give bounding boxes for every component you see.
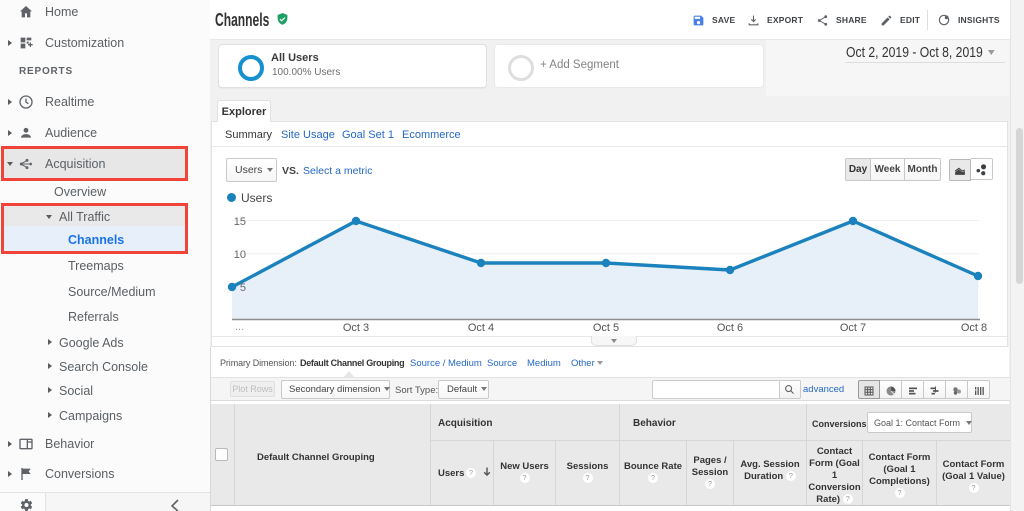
svg-text:Oct 7: Oct 7: [840, 322, 866, 334]
svg-text:Oct 4: Oct 4: [468, 322, 494, 334]
svg-text:5: 5: [240, 282, 246, 294]
svg-text:Oct 5: Oct 5: [593, 322, 619, 334]
svg-text:10: 10: [234, 249, 246, 261]
svg-text:15: 15: [234, 216, 246, 228]
svg-text:Oct 8: Oct 8: [961, 322, 987, 334]
svg-text:Oct 3: Oct 3: [343, 322, 369, 334]
svg-text:...: ...: [235, 321, 244, 333]
svg-text:Oct 6: Oct 6: [717, 322, 743, 334]
